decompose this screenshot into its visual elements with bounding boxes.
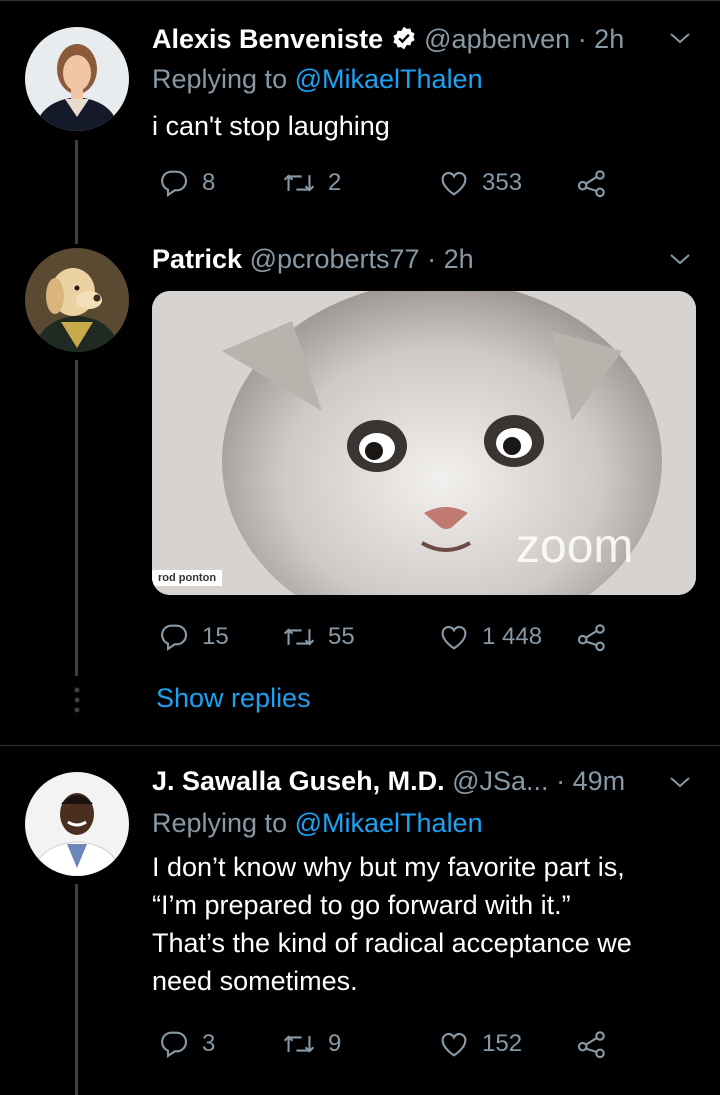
tweet-actions: 15 55 1 448 [152,617,632,657]
like-icon [441,625,467,650]
handle[interactable]: @JSa... [452,766,548,796]
reply-button[interactable]: 15 [158,617,229,657]
reply-count: 3 [202,1030,216,1057]
avatar[interactable] [25,772,129,876]
display-name[interactable]: Patrick [152,244,242,274]
like-button[interactable]: 353 [438,163,522,203]
timestamp[interactable]: · 49m [556,766,625,796]
retweet-icon [283,628,315,646]
share-button[interactable] [576,163,620,203]
replying-prefix: Replying to [152,64,288,94]
tweet-text-line: I don’t know why but my favorite part is… [152,852,625,882]
verified-badge-icon [391,25,417,58]
mention-link[interactable]: @MikaelThalen [295,808,483,838]
retweet-count: 55 [328,623,355,650]
like-icon [441,1032,467,1057]
avatar[interactable] [25,27,129,131]
divider [0,745,720,746]
tweet-header: J. Sawalla Guseh, M.D. @JSa... · 49m [152,766,625,797]
share-icon [577,624,605,652]
replying-to: Replying to @MikaelThalen [152,64,483,95]
reply-icon [161,170,188,198]
more-replies-dots-icon [73,686,81,714]
tweet-actions: 3 9 152 [152,1024,632,1064]
tweet-text: I don’t know why but my favorite part is… [152,848,632,1000]
timestamp[interactable]: · 2h [578,24,625,54]
tweet-text-line: That’s the kind of radical acceptance we [152,928,632,958]
display-name[interactable]: Alexis Benveniste [152,24,383,54]
reply-count: 15 [202,623,229,650]
retweet-count: 9 [328,1030,342,1057]
retweet-button[interactable]: 9 [282,1024,341,1064]
avatar[interactable] [25,248,129,352]
like-button[interactable]: 152 [438,1024,522,1064]
mention-link[interactable]: @MikaelThalen [295,64,483,94]
replying-prefix: Replying to [152,808,288,838]
like-button[interactable]: 1 448 [438,617,542,657]
tweet-actions: 8 2 353 [152,163,632,203]
handle[interactable]: @pcroberts77 [250,244,420,274]
reply-button[interactable]: 3 [158,1024,215,1064]
reply-icon [161,1031,188,1059]
like-count: 152 [482,1030,523,1057]
thread-line [75,360,78,676]
like-icon [441,171,467,196]
chevron-down-icon[interactable] [668,26,692,50]
chevron-down-icon[interactable] [668,770,692,794]
share-icon [577,170,605,198]
retweet-icon [283,1035,315,1053]
handle[interactable]: @apbenven [424,24,570,54]
participant-name-label: rod ponton [152,570,223,586]
retweet-button[interactable]: 2 [282,163,341,203]
show-replies-link[interactable]: Show replies [156,683,311,714]
retweet-icon [283,174,315,192]
display-name[interactable]: J. Sawalla Guseh, M.D. [152,766,445,796]
thread-line [75,140,78,244]
like-count: 1 448 [482,623,543,650]
tweet-text-line: need sometimes. [152,966,358,996]
reply-button[interactable]: 8 [158,163,215,203]
tweet-header: Alexis Benveniste @apbenven · 2h [152,24,624,58]
replying-to: Replying to @MikaelThalen [152,808,483,839]
reply-icon [161,624,188,652]
share-button[interactable] [576,1024,620,1064]
zoom-watermark: zoom [516,520,634,573]
reply-count: 8 [202,169,216,196]
thread-line [75,884,78,1095]
retweet-button[interactable]: 55 [282,617,355,657]
tweet-header: Patrick @pcroberts77 · 2h [152,244,474,275]
retweet-count: 2 [328,169,342,196]
share-button[interactable] [576,617,620,657]
tweet-text-line: “I’m prepared to go forward with it.” [152,890,571,920]
like-count: 353 [482,169,523,196]
timestamp[interactable]: · 2h [427,244,474,274]
tweet-text: i can't stop laughing [152,111,390,141]
top-divider [0,0,720,1]
chevron-down-icon[interactable] [668,247,692,271]
tweet-media-image[interactable]: rod ponton zoom [152,291,696,595]
share-icon [577,1031,605,1059]
